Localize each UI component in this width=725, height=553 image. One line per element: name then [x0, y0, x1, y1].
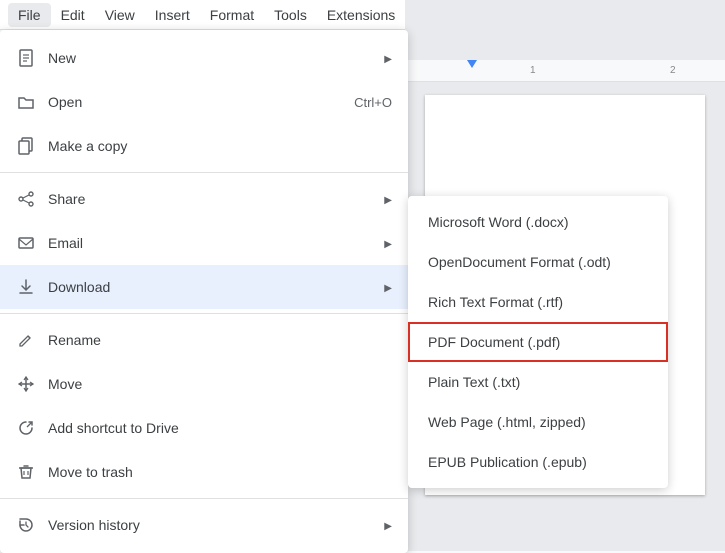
open-shortcut: Ctrl+O [354, 95, 392, 110]
download-icon [16, 277, 36, 297]
download-html-label: Web Page (.html, zipped) [428, 414, 586, 430]
menubar-view[interactable]: View [95, 3, 145, 27]
download-epub-label: EPUB Publication (.epub) [428, 454, 587, 470]
copy-icon [16, 136, 36, 156]
menu-move-label: Move [48, 376, 392, 392]
download-rtf-label: Rich Text Format (.rtf) [428, 294, 563, 310]
menu-new-label: New [48, 50, 372, 66]
menubar-file[interactable]: File [8, 3, 51, 27]
menu-item-add-shortcut[interactable]: Add shortcut to Drive [0, 406, 408, 450]
email-icon [16, 233, 36, 253]
menubar-insert[interactable]: Insert [145, 3, 200, 27]
open-folder-icon [16, 92, 36, 112]
download-arrow [384, 280, 392, 294]
download-word[interactable]: Microsoft Word (.docx) [408, 202, 668, 242]
version-history-arrow [384, 518, 392, 532]
download-epub[interactable]: EPUB Publication (.epub) [408, 442, 668, 482]
menu-item-email[interactable]: Email [0, 221, 408, 265]
menubar-tools[interactable]: Tools [264, 3, 317, 27]
menu-item-share[interactable]: Share [0, 177, 408, 221]
menubar-edit[interactable]: Edit [51, 3, 95, 27]
menu-item-move-trash[interactable]: Move to trash [0, 450, 408, 494]
new-arrow [384, 51, 392, 65]
download-txt-label: Plain Text (.txt) [428, 374, 520, 390]
menu-item-version-history[interactable]: Version history [0, 503, 408, 547]
move-icon [16, 374, 36, 394]
menu-open-label: Open [48, 94, 342, 110]
download-txt[interactable]: Plain Text (.txt) [408, 362, 668, 402]
menu-add-shortcut-label: Add shortcut to Drive [48, 420, 392, 436]
menu-email-label: Email [48, 235, 372, 251]
menu-make-copy-label: Make a copy [48, 138, 392, 154]
menu-item-make-copy[interactable]: Make a copy [0, 124, 408, 168]
rename-icon [16, 330, 36, 350]
download-pdf-label: PDF Document (.pdf) [428, 334, 560, 350]
shortcut-icon [16, 418, 36, 438]
menu-rename-label: Rename [48, 332, 392, 348]
share-arrow [384, 192, 392, 206]
menubar-extensions[interactable]: Extensions [317, 3, 405, 27]
download-word-label: Microsoft Word (.docx) [428, 214, 569, 230]
download-odt-label: OpenDocument Format (.odt) [428, 254, 611, 270]
divider-2 [0, 313, 408, 314]
menubar-format[interactable]: Format [200, 3, 264, 27]
history-icon [16, 515, 36, 535]
ruler-indent-marker[interactable] [467, 60, 477, 68]
download-rtf[interactable]: Rich Text Format (.rtf) [408, 282, 668, 322]
menu-version-history-label: Version history [48, 517, 372, 533]
menu-item-rename[interactable]: Rename [0, 318, 408, 362]
email-arrow [384, 236, 392, 250]
menu-share-label: Share [48, 191, 372, 207]
menu-item-open[interactable]: Open Ctrl+O [0, 80, 408, 124]
download-html[interactable]: Web Page (.html, zipped) [408, 402, 668, 442]
menu-move-trash-label: Move to trash [48, 464, 392, 480]
menu-download-label: Download [48, 279, 372, 295]
divider-3 [0, 498, 408, 499]
ruler-mark-2: 2 [670, 65, 676, 76]
ruler-mark-1: 1 [530, 65, 536, 76]
share-icon [16, 189, 36, 209]
menu-item-move[interactable]: Move [0, 362, 408, 406]
download-submenu: Microsoft Word (.docx) OpenDocument Form… [408, 196, 668, 488]
new-doc-icon [16, 48, 36, 68]
menu-item-download[interactable]: Download [0, 265, 408, 309]
trash-icon [16, 462, 36, 482]
download-pdf[interactable]: PDF Document (.pdf) [408, 322, 668, 362]
menu-item-new[interactable]: New [0, 36, 408, 80]
file-dropdown-menu: New Open Ctrl+O Make a copy [0, 30, 408, 553]
divider-1 [0, 172, 408, 173]
download-odt[interactable]: OpenDocument Format (.odt) [408, 242, 668, 282]
